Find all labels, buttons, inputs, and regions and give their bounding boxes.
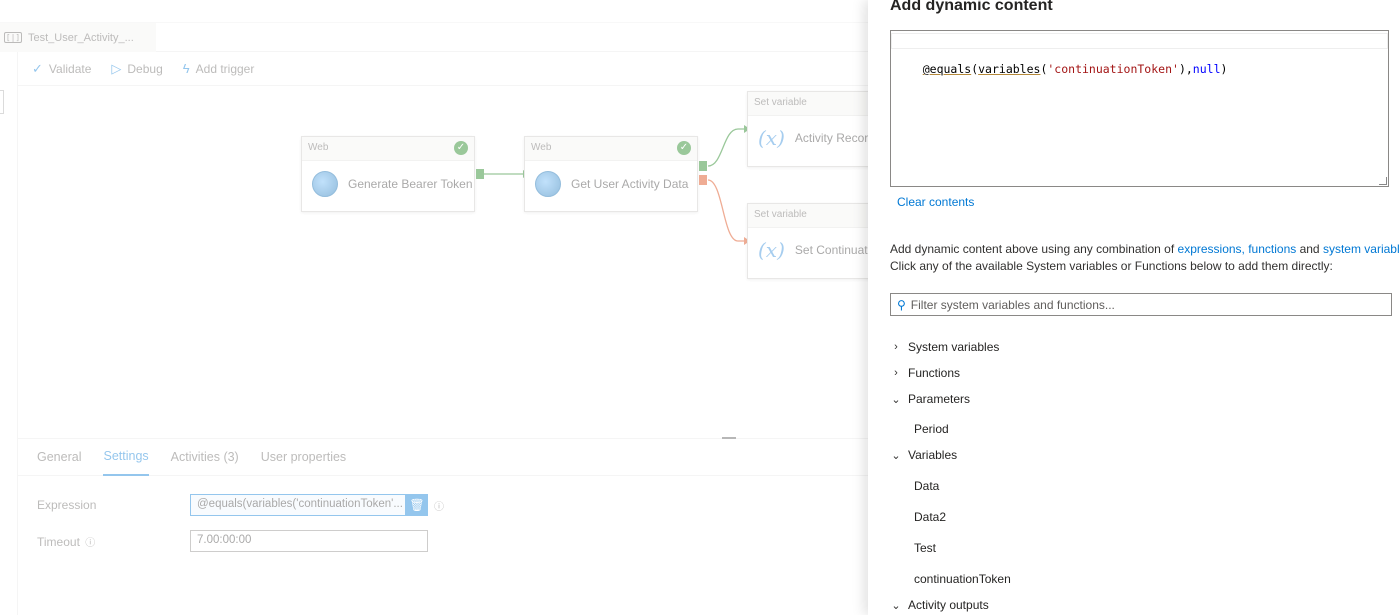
- web-globe-icon: [312, 171, 338, 197]
- node-type: Set variable: [754, 97, 807, 108]
- node-name: Activity Recor: [794, 131, 869, 145]
- tab-settings[interactable]: Settings: [103, 439, 149, 476]
- properties-tabs: General Settings Activities (3) User pro…: [18, 439, 868, 476]
- lightning-icon: ϟ: [182, 61, 190, 76]
- expr-string: 'continuationToken': [1047, 62, 1179, 76]
- expr-fn-equals: equals: [929, 62, 972, 76]
- filter-placeholder: Filter system variables and functions...: [910, 297, 1115, 312]
- checkmark-icon: ✓: [32, 60, 43, 76]
- add-trigger-button[interactable]: ϟ Add trigger: [183, 61, 255, 76]
- expressions-functions-link[interactable]: expressions, functions: [1178, 242, 1297, 256]
- pane-title: Add dynamic content: [890, 0, 1053, 14]
- help-and: and: [1296, 242, 1323, 256]
- timeout-label-text: Timeout: [37, 534, 80, 549]
- help-prefix: Add dynamic content above using any comb…: [890, 242, 1178, 256]
- info-icon: ⓘ: [434, 501, 444, 513]
- expr-at: @: [922, 62, 930, 76]
- tree-group-label: System variables: [908, 340, 1000, 354]
- tree-item-variable[interactable]: continuationToken: [890, 572, 1011, 586]
- activity-node-set-continuation[interactable]: Set variable (x) Set Continuat: [747, 203, 887, 279]
- tree-group-system-variables[interactable]: › System variables: [890, 340, 999, 354]
- pipeline-tabstrip: [|] Test_User_Activity_...: [0, 22, 868, 52]
- activity-node-generate-bearer-token[interactable]: Web ✓ Generate Bearer Token: [301, 136, 475, 212]
- timeout-label: Timeout ⓘ: [37, 534, 190, 549]
- chevron-down-icon: ⌄: [891, 393, 901, 406]
- validate-button[interactable]: ✓ Validate: [32, 61, 91, 77]
- system-variables-link[interactable]: system variables: [1323, 242, 1400, 256]
- tree-group-functions[interactable]: › Functions: [890, 366, 960, 380]
- clear-contents-link[interactable]: Clear contents: [897, 195, 974, 209]
- node-type: Set variable: [754, 209, 807, 220]
- dynamic-content-pane: Add dynamic content @equals(variables('c…: [868, 0, 1400, 615]
- node-type: Web: [308, 142, 329, 153]
- success-icon: ✓: [454, 141, 468, 155]
- tree-item-variable[interactable]: Data2: [890, 510, 946, 524]
- pipeline-tab[interactable]: [|] Test_User_Activity_...: [0, 23, 156, 52]
- tab-activities[interactable]: Activities (3): [171, 439, 239, 476]
- node-type: Web: [531, 142, 552, 153]
- panel-resize-handle[interactable]: [722, 437, 736, 439]
- help-text-line2: Click any of the available System variab…: [890, 259, 1333, 273]
- debug-label: Debug: [127, 61, 163, 76]
- add-trigger-label: Add trigger: [195, 61, 255, 76]
- pipeline-toolbar: ✓ Validate ▷ Debug ϟ Add trigger: [18, 52, 868, 86]
- filter-input[interactable]: ⚲ Filter system variables and functions.…: [890, 293, 1392, 316]
- tree-group-label: Parameters: [908, 392, 971, 406]
- chevron-right-icon: ›: [894, 367, 898, 379]
- chevron-right-icon: ›: [894, 341, 898, 353]
- activity-node-get-user-activity-data[interactable]: Web ✓ Get User Activity Data: [524, 136, 698, 212]
- left-rail: [0, 52, 18, 615]
- expr-paren: ),: [1178, 62, 1193, 76]
- expression-label: Expression: [37, 498, 97, 512]
- activity-node-activity-record[interactable]: Set variable (x) Activity Recor: [747, 91, 887, 167]
- current-line-highlight: [891, 33, 1388, 49]
- expr-null-keyword: null: [1192, 62, 1221, 76]
- trash-icon[interactable]: 🗑: [406, 494, 428, 516]
- tree-group-label: Variables: [908, 448, 958, 462]
- tree-group-activity-outputs[interactable]: ⌄ Activity outputs: [890, 598, 989, 612]
- tree-item-variable[interactable]: Test: [890, 541, 936, 555]
- node-name: Get User Activity Data: [571, 177, 689, 191]
- variable-x-icon: (x): [758, 238, 785, 262]
- success-icon: ✓: [677, 141, 691, 155]
- properties-panel: General Settings Activities (3) User pro…: [18, 437, 868, 615]
- timeout-row: Timeout ⓘ 7.00:00:00: [37, 530, 428, 552]
- pipeline-tab-label: Test_User_Activity_...: [28, 31, 134, 44]
- web-globe-icon: [535, 171, 561, 197]
- debug-button[interactable]: ▷ Debug: [111, 61, 162, 77]
- expr-paren: ): [1220, 62, 1228, 76]
- node-name: Generate Bearer Token: [348, 177, 473, 191]
- play-icon: ▷: [111, 60, 122, 76]
- chevron-down-icon: ⌄: [891, 449, 901, 462]
- tree-group-label: Functions: [908, 366, 961, 380]
- tree-group-variables[interactable]: ⌄ Variables: [890, 448, 957, 462]
- expression-editor[interactable]: @equals(variables('continuationToken'),n…: [890, 30, 1389, 187]
- collapse-handle[interactable]: [0, 90, 4, 114]
- pipeline-canvas[interactable]: Web ✓ Generate Bearer Token Web ✓ Get User…: [18, 86, 887, 438]
- tree-group-parameters[interactable]: ⌄ Parameters: [890, 392, 970, 406]
- search-icon: ⚲: [897, 297, 906, 312]
- success-port[interactable]: [476, 169, 484, 179]
- info-icon: ⓘ: [85, 537, 96, 549]
- expression-row: Expression @equals(variables('continuati…: [37, 494, 444, 516]
- resize-grip-icon[interactable]: [1379, 177, 1387, 185]
- variable-x-icon: (x): [758, 126, 785, 150]
- success-port[interactable]: [699, 161, 707, 171]
- help-text: Add dynamic content above using any comb…: [890, 242, 1400, 256]
- tab-general[interactable]: General: [37, 439, 81, 476]
- pipeline-editor: [|] Test_User_Activity_... ✓ Validate ▷ …: [0, 0, 887, 615]
- tree-item-variable[interactable]: Data: [890, 479, 939, 493]
- timeout-field[interactable]: 7.00:00:00: [190, 530, 428, 552]
- tab-user-properties[interactable]: User properties: [261, 439, 346, 476]
- pipeline-icon: [|]: [4, 32, 22, 43]
- tree-group-label: Activity outputs: [908, 598, 989, 612]
- expr-fn-variables: variables: [978, 62, 1041, 76]
- expression-field[interactable]: @equals(variables('continuationToken'...: [190, 494, 406, 516]
- failure-port[interactable]: [699, 175, 707, 185]
- tree-item-parameter[interactable]: Period: [890, 422, 949, 436]
- node-name: Set Continuat: [794, 243, 868, 257]
- validate-label: Validate: [48, 61, 92, 76]
- chevron-down-icon: ⌄: [891, 599, 901, 612]
